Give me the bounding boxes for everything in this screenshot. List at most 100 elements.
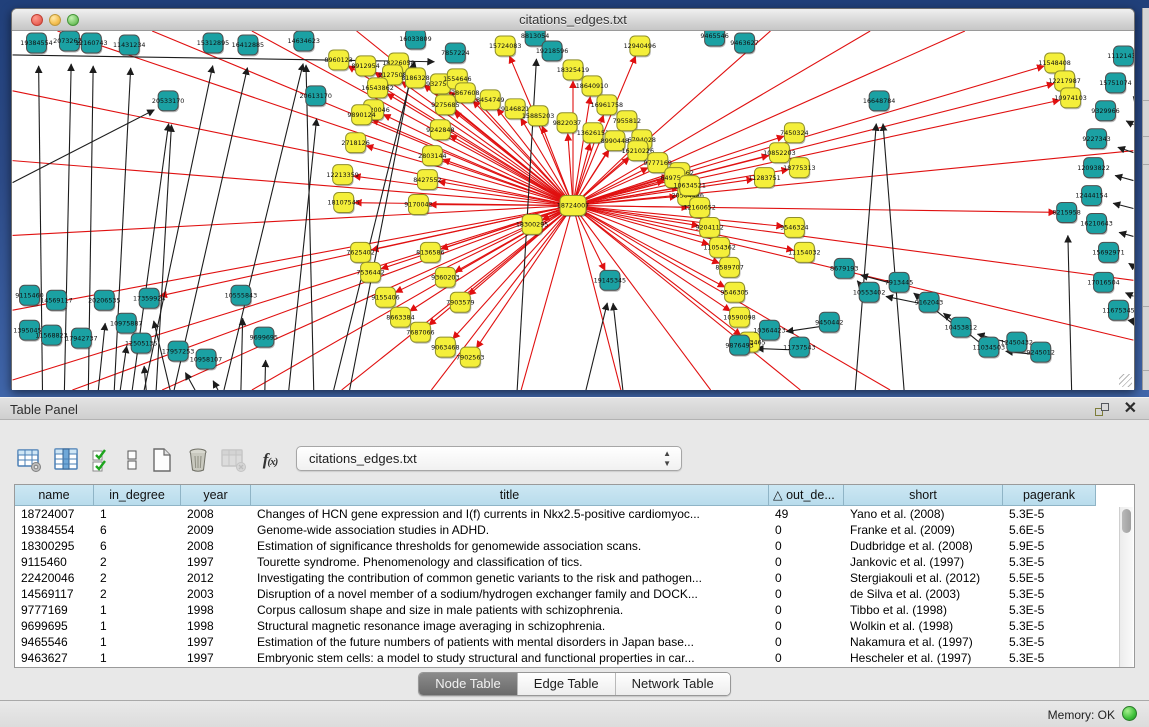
graph-node[interactable]: 12444154 [1075, 186, 1107, 207]
column-header-in_degree[interactable]: in_degree [94, 485, 181, 506]
table-row[interactable]: 946362711997Embryonic stem cells: a mode… [15, 650, 1134, 666]
graph-node[interactable]: 9450442 [815, 312, 843, 333]
table-row[interactable]: 1830029562008Estimation of significance … [15, 538, 1134, 554]
graph-node[interactable]: 16412885 [232, 35, 264, 56]
column-header-year[interactable]: year [181, 485, 251, 506]
column-header-name[interactable]: name [15, 485, 94, 506]
graph-node[interactable]: 18724007 [557, 196, 589, 217]
graph-node[interactable]: 11054362 [703, 237, 735, 258]
table-row[interactable]: 946554611997Estimation of the future num… [15, 634, 1134, 650]
graph-node[interactable]: 8960123 [324, 50, 352, 71]
graph-node[interactable]: 9546324 [780, 217, 808, 238]
graph-node[interactable]: 18107545 [327, 193, 359, 214]
close-panel-icon[interactable]: ✕ [1124, 400, 1137, 418]
table-row[interactable]: 1456911722003Disruption of a novel membe… [15, 586, 1134, 602]
graph-node[interactable]: 14634623 [288, 31, 320, 52]
graph-node[interactable]: 9465546 [700, 31, 728, 47]
graph-node[interactable]: 19384554 [20, 33, 52, 54]
select-columns-icon[interactable] [52, 446, 80, 474]
column-header-title[interactable]: title [251, 485, 769, 506]
graph-node[interactable]: 12093822 [1077, 158, 1109, 179]
graph-node[interactable]: 9155406 [371, 287, 399, 308]
graph-node[interactable]: 15751074 [1099, 73, 1131, 94]
graph-node[interactable]: 9245012 [1026, 342, 1054, 363]
table-settings-icon[interactable] [16, 446, 44, 474]
graph-node[interactable]: 20533170 [152, 91, 184, 112]
graph-node[interactable]: 9329966 [1091, 101, 1119, 122]
graph-node[interactable]: 11154032 [788, 242, 820, 263]
graph-node[interactable]: 9162043 [915, 292, 943, 313]
graph-node[interactable]: 17942737 [65, 328, 97, 349]
table-selector-combobox[interactable]: citations_edges.txt ▲▼ [296, 446, 682, 471]
graph-node[interactable]: 7625402 [346, 242, 374, 263]
graph-node[interactable]: 7857224 [441, 43, 469, 64]
graph-node[interactable]: 19145345 [594, 270, 626, 291]
network-canvas[interactable]: 8960123891295418226058912750881863281654… [12, 31, 1134, 390]
graph-node[interactable]: 9242848 [426, 120, 454, 141]
graph-node[interactable]: 18300295 [516, 214, 548, 235]
graph-node[interactable]: 2803144 [418, 146, 446, 167]
graph-node[interactable]: 8679193 [830, 258, 858, 279]
graph-node[interactable]: 7450324 [780, 123, 808, 144]
graph-node[interactable]: 10958107 [190, 349, 222, 370]
tab-network-table[interactable]: Network Table [616, 673, 730, 695]
tab-node-table[interactable]: Node Table [419, 673, 518, 695]
graph-node[interactable]: 10555843 [225, 285, 257, 306]
graph-node[interactable]: 2718126 [341, 133, 369, 154]
graph-node[interactable]: 12940496 [624, 36, 656, 57]
graph-node[interactable]: 10975887 [110, 313, 142, 334]
graph-node[interactable]: 12213359 [326, 165, 358, 186]
graph-node[interactable]: 8215958 [1052, 203, 1080, 224]
graph-node[interactable]: 17016504 [1087, 272, 1119, 293]
column-header-short[interactable]: short [844, 485, 1003, 506]
graph-node[interactable]: 9170042 [404, 195, 432, 216]
graph-node[interactable]: 9546305 [720, 282, 748, 303]
graph-node[interactable]: 9876493 [725, 335, 753, 356]
table-row[interactable]: 977716911998Corpus callosum shape and si… [15, 602, 1134, 618]
merge-icon[interactable] [124, 446, 140, 474]
delete-table-icon[interactable] [220, 446, 248, 474]
graph-node[interactable]: 16648784 [863, 91, 895, 112]
graph-node[interactable]: 7902563 [456, 347, 484, 368]
graph-node[interactable]: 11121432 [1107, 46, 1134, 67]
graph-node[interactable]: 10453812 [945, 317, 977, 338]
vertical-scrollbar[interactable] [1119, 507, 1133, 667]
graph-node[interactable]: 8589707 [715, 257, 743, 278]
graph-node[interactable]: 8912954 [351, 56, 379, 77]
graph-node[interactable]: 15724083 [489, 36, 521, 57]
graph-node[interactable]: 9699695 [250, 327, 278, 348]
graph-node[interactable]: 10553402 [853, 282, 885, 303]
graph-node[interactable]: 11431234 [113, 35, 145, 56]
tab-edge-table[interactable]: Edge Table [518, 673, 616, 695]
graph-node[interactable]: 9227343 [1082, 129, 1110, 150]
scrollbar-thumb[interactable] [1122, 509, 1131, 533]
graph-node[interactable]: 7955812 [613, 111, 641, 132]
function-builder-icon[interactable]: f(x) [256, 446, 284, 474]
float-panel-icon[interactable] [1095, 403, 1109, 416]
table-row[interactable]: 1872400712008Changes of HCN gene express… [15, 506, 1134, 522]
graph-node[interactable]: 8427552 [413, 170, 441, 191]
table-row[interactable]: 2242004622012Investigating the contribut… [15, 570, 1134, 586]
graph-node[interactable]: 7687066 [406, 322, 434, 343]
network-window[interactable]: citations_edges.txt 89601238912954182260… [11, 8, 1135, 390]
graph-node[interactable]: 9360203 [431, 267, 459, 288]
graph-node[interactable]: 14569117 [40, 290, 72, 311]
delete-icon[interactable] [184, 446, 212, 474]
graph-node[interactable]: 16033809 [399, 31, 431, 50]
select-rows-icon[interactable] [88, 446, 116, 474]
new-table-icon[interactable] [148, 446, 176, 474]
graph-node[interactable]: 20206535 [88, 290, 120, 311]
graph-node[interactable]: 11737543 [783, 337, 815, 358]
graph-node[interactable]: 9890124 [347, 105, 375, 126]
table-row[interactable]: 911546021997Tourette syndrome. Phenomeno… [15, 554, 1134, 570]
graph-node[interactable]: 8136586 [416, 242, 444, 263]
graph-node[interactable]: 9463627 [730, 33, 758, 54]
column-header-pagerank[interactable]: pagerank [1003, 485, 1096, 506]
table-row[interactable]: 1938455462009Genome-wide association stu… [15, 522, 1134, 538]
table-row[interactable]: 969969511998Structural magnetic resonanc… [15, 618, 1134, 634]
graph-node[interactable]: 11675345 [1102, 300, 1134, 321]
column-header-out_de...[interactable]: △ out_de... [769, 485, 844, 506]
graph-node[interactable]: 7913445 [885, 272, 913, 293]
graph-node[interactable]: 7903579 [446, 292, 474, 313]
window-resize-grip[interactable] [1119, 374, 1132, 387]
